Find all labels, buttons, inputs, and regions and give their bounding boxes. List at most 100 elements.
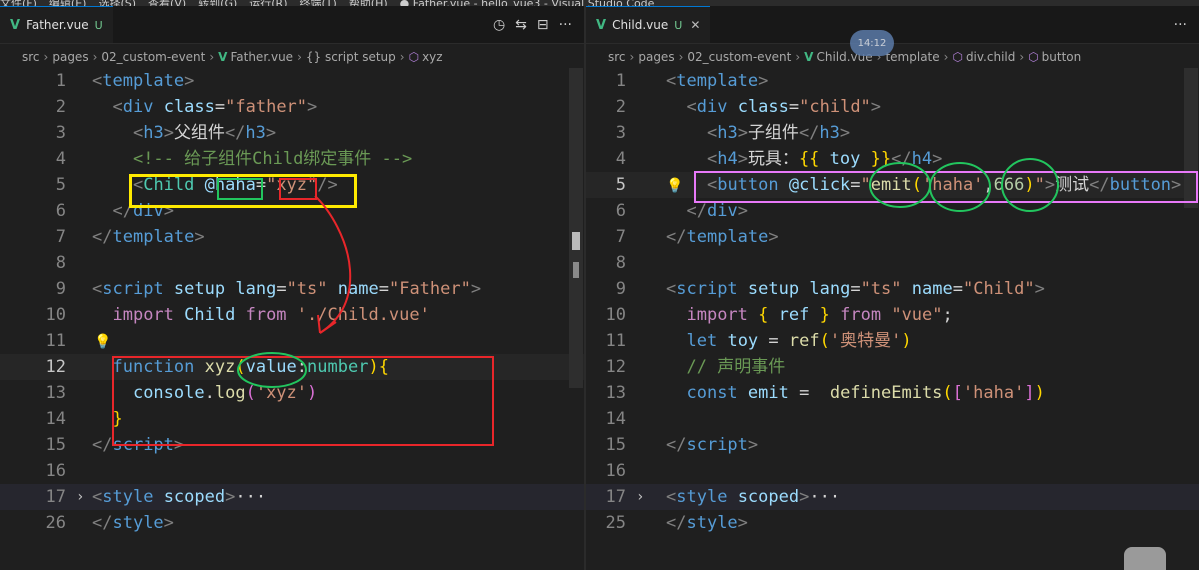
code-line[interactable]: 5 <Child @haha="xyz"/> <box>0 172 584 198</box>
line-number: 12 <box>605 357 626 377</box>
split-editor-icon[interactable]: ⊟ <box>537 17 549 33</box>
code-line[interactable]: 11 let toy = ref('奥特曼') <box>586 328 1199 354</box>
breadcrumb-item[interactable]: xyz <box>422 50 443 64</box>
editor-actions: ◷ ⇆ ⊟ ··· <box>493 6 572 43</box>
lightbulb-icon[interactable]: 💡 <box>666 178 683 194</box>
breadcrumb-item[interactable]: src <box>22 50 40 64</box>
code-line[interactable]: 3 <h3>子组件</h3> <box>586 120 1199 146</box>
line-number: 6 <box>615 201 626 221</box>
line-number: 1 <box>615 71 626 91</box>
breadcrumb-item[interactable]: pages <box>52 50 88 64</box>
breadcrumb-item[interactable]: 02_custom-event <box>101 50 205 64</box>
code-token: style <box>102 487 154 507</box>
breadcrumb-item[interactable]: div.child <box>966 50 1015 64</box>
code-line[interactable]: 14 } <box>0 406 584 432</box>
code-line[interactable]: 2 <div class="child"> <box>586 94 1199 120</box>
code-editor[interactable]: 1 <template> 2 <div class="child"> 3 <h3>子组… <box>586 68 1199 570</box>
vue-file-icon: V <box>596 17 607 33</box>
more-actions-icon[interactable]: ··· <box>1174 17 1187 33</box>
code-token: > <box>799 487 810 507</box>
line-number: 8 <box>55 253 66 273</box>
code-token: < <box>132 175 144 195</box>
code-token: defineEmits <box>829 383 943 403</box>
code-token: > <box>1171 175 1182 195</box>
breadcrumb-item[interactable]: template <box>885 50 939 64</box>
breadcrumb-item[interactable]: {} script setup <box>306 50 396 64</box>
code-line[interactable]: 16 <box>586 458 1199 484</box>
code-line[interactable]: 17 › <style scoped>··· <box>586 484 1199 510</box>
code-line[interactable]: 4 <!-- 给子组件Child绑定事件 --> <box>0 146 584 172</box>
code-line[interactable]: 26 </style> <box>0 510 584 536</box>
scrollbar-thumb[interactable] <box>572 232 580 250</box>
code-line[interactable]: 13 const emit = defineEmits(['haha']) <box>586 380 1199 406</box>
code-text: </script> <box>666 432 758 458</box>
code-line[interactable]: 8 <box>586 250 1199 276</box>
tab-child-vue[interactable]: V Child.vue U ✕ <box>586 6 711 43</box>
code-token: > <box>737 513 748 533</box>
vertical-scrollbar[interactable] <box>1184 68 1198 208</box>
code-token: "child" <box>799 97 871 117</box>
code-line[interactable]: 1 <template> <box>586 68 1199 94</box>
code-line[interactable]: 7 </template> <box>586 224 1199 250</box>
code-editor[interactable]: 1 <template> 2 <div class="father"> 3 <h3>父… <box>0 68 584 570</box>
fold-chevron-icon[interactable]: › <box>636 484 644 510</box>
code-line[interactable]: 6 </div> <box>0 198 584 224</box>
code-token: { <box>758 305 769 325</box>
code-token: = <box>758 331 789 351</box>
code-line[interactable]: 16 <box>0 458 584 484</box>
code-line[interactable]: 17 › <style scoped>··· <box>0 484 584 510</box>
code-token: = <box>788 97 800 117</box>
code-line[interactable]: 2 <div class="father"> <box>0 94 584 120</box>
code-line[interactable]: 4 <h4>玩具：{{ toy }}</h4> <box>586 146 1199 172</box>
breadcrumb-item[interactable]: Father.vue <box>230 50 293 64</box>
line-number: 17 <box>605 487 626 507</box>
breadcrumb-item[interactable]: pages <box>638 50 674 64</box>
code-token: > <box>225 487 236 507</box>
code-token: ( <box>819 331 830 351</box>
code-line[interactable]: 11 <box>0 328 584 354</box>
code-token: 'haha' <box>962 383 1025 403</box>
code-line[interactable]: 12 // 声明事件 <box>586 354 1199 380</box>
compare-changes-icon[interactable]: ⇆ <box>515 17 527 33</box>
code-line[interactable]: 10 import { ref } from "vue"; <box>586 302 1199 328</box>
code-line[interactable]: 8 <box>0 250 584 276</box>
code-line[interactable]: 1 <template> <box>0 68 584 94</box>
code-line[interactable]: 7 </template> <box>0 224 584 250</box>
line-number: 13 <box>45 383 66 403</box>
code-line[interactable]: 12 function xyz(value:number){ <box>0 354 584 380</box>
code-line[interactable]: 3 <h3>父组件</h3> <box>0 120 584 146</box>
breadcrumb-item[interactable]: 02_custom-event <box>687 50 791 64</box>
code-line[interactable]: 25 </style> <box>586 510 1199 536</box>
code-token: </ <box>224 123 246 143</box>
code-text: let toy = ref('奥特曼') <box>666 328 911 354</box>
tab-father-vue[interactable]: V Father.vue U <box>0 6 113 43</box>
fold-chevron-icon[interactable]: › <box>76 484 84 510</box>
breadcrumb-item[interactable]: src <box>608 50 626 64</box>
code-token: style <box>676 487 728 507</box>
code-token: emit <box>870 175 912 195</box>
line-number: 5 <box>55 175 66 195</box>
code-line[interactable]: 6 </div> <box>586 198 1199 224</box>
code-token: // 声明事件 <box>686 357 786 377</box>
code-line[interactable]: 10 import Child from './Child.vue' <box>0 302 584 328</box>
close-icon[interactable]: ✕ <box>690 18 700 32</box>
code-token: : <box>296 357 308 377</box>
code-line[interactable]: 15 </script> <box>0 432 584 458</box>
code-token: import <box>686 305 748 325</box>
code-line[interactable]: 13 console.log('xyz') <box>0 380 584 406</box>
timeline-icon[interactable]: ◷ <box>493 17 505 33</box>
code-line[interactable]: 14 <box>586 406 1199 432</box>
code-token: ) <box>1034 383 1045 403</box>
more-actions-icon[interactable]: ··· <box>559 17 572 33</box>
code-line[interactable]: 9 <script setup lang="ts" name="Child"> <box>586 276 1199 302</box>
code-line[interactable]: 15 </script> <box>586 432 1199 458</box>
breadcrumb-item[interactable]: button <box>1042 50 1082 64</box>
lightbulb-icon[interactable]: 💡 <box>94 334 111 350</box>
code-token: < <box>706 123 718 143</box>
code-line[interactable]: 9 <script setup lang="ts" name="Father"> <box>0 276 584 302</box>
minimap-scrollbar[interactable] <box>569 68 583 388</box>
